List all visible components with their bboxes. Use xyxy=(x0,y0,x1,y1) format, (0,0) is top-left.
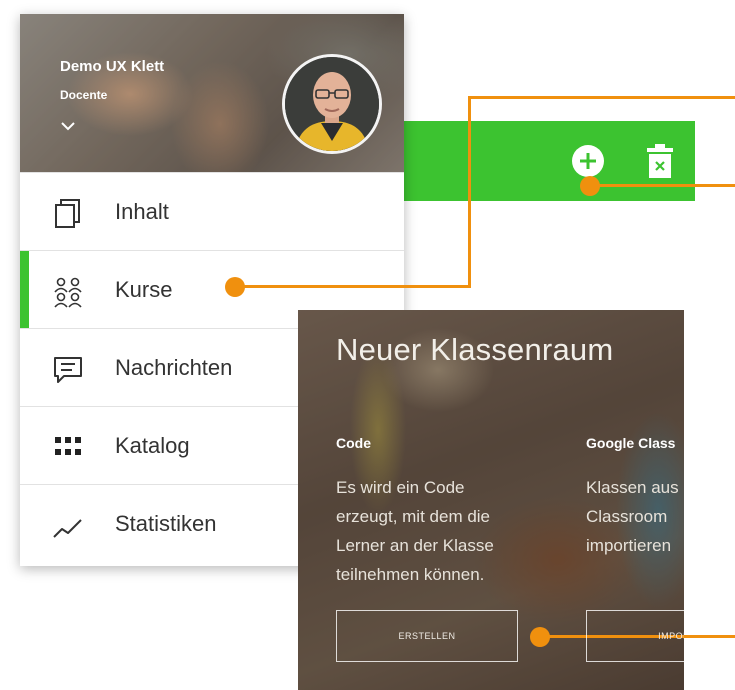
option-heading-code: Code xyxy=(336,435,371,451)
stack-pages-icon xyxy=(55,199,80,228)
menu-item-label: Nachrichten xyxy=(115,355,233,380)
delete-button[interactable] xyxy=(644,143,676,179)
profile-header: Demo UX Klett Docente xyxy=(20,14,404,172)
annotation-line xyxy=(468,96,735,99)
profile-name: Demo UX Klett xyxy=(60,58,165,75)
panel-title: Neuer Klassenraum xyxy=(336,332,614,367)
people-group-icon xyxy=(54,277,82,308)
annotation-line xyxy=(590,184,735,187)
menu-item-label: Statistiken xyxy=(115,511,217,536)
green-toolbar xyxy=(400,121,695,201)
import-button[interactable]: IMPORT xyxy=(586,610,684,662)
avatar[interactable] xyxy=(282,54,382,154)
menu-item-label: Katalog xyxy=(115,433,190,458)
grid-icon xyxy=(55,437,81,455)
active-indicator xyxy=(20,251,29,329)
menu-item-label: Kurse xyxy=(115,277,173,302)
option-description-google: Klassen aus Classroom importieren xyxy=(586,478,679,555)
trash-icon xyxy=(647,144,673,178)
menu-item-label: Inhalt xyxy=(115,199,169,224)
profile-role: Docente xyxy=(60,88,108,102)
annotation-marker xyxy=(580,176,600,196)
add-button[interactable] xyxy=(572,145,604,177)
line-chart-icon xyxy=(53,519,82,538)
chevron-down-icon[interactable] xyxy=(60,118,76,136)
annotation-marker xyxy=(225,277,245,297)
new-classroom-panel: Neuer Klassenraum Code Es wird ein Code … xyxy=(298,310,684,690)
annotation-line xyxy=(468,96,471,288)
message-icon xyxy=(54,357,82,383)
annotation-marker xyxy=(530,627,550,647)
annotation-line xyxy=(243,285,471,288)
create-button[interactable]: ERSTELLEN xyxy=(336,610,518,662)
plus-circle-icon xyxy=(573,146,603,176)
option-description-code: Es wird ein Code erzeugt, mit dem die Le… xyxy=(336,478,494,584)
menu-item-inhalt[interactable]: Inhalt xyxy=(20,172,404,250)
option-heading-google: Google Class xyxy=(586,435,676,451)
